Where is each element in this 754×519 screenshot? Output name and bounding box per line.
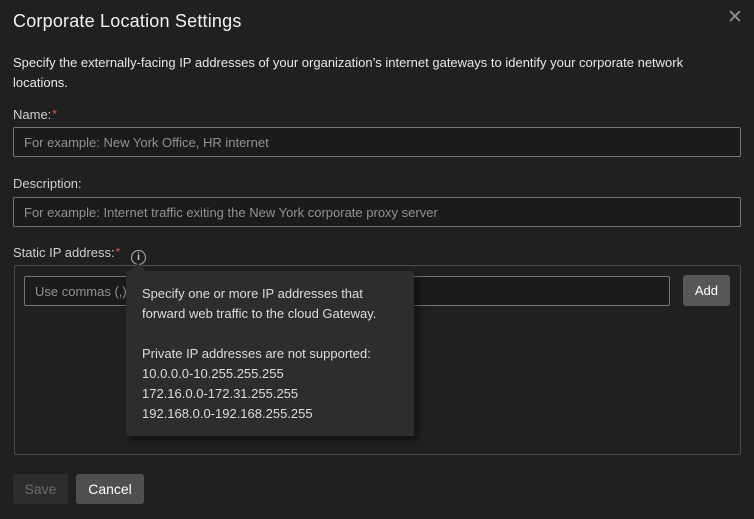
tooltip-paragraph: Specify one or more IP addresses that fo… — [142, 284, 398, 324]
tooltip-ip-range: 172.16.0.0-172.31.255.255 — [142, 384, 398, 404]
name-input[interactable] — [13, 127, 741, 157]
tooltip-arrow — [130, 263, 146, 271]
dialog-intro-text: Specify the externally-facing IP address… — [13, 53, 741, 93]
corporate-location-settings-dialog: Corporate Location Settings ✕ Specify th… — [0, 0, 754, 519]
tooltip-ip-range: 192.168.0.0-192.168.255.255 — [142, 404, 398, 424]
static-ip-label-text: Static IP address: — [13, 245, 115, 260]
dialog-title: Corporate Location Settings — [13, 11, 242, 32]
static-ip-label: Static IP address:* i — [13, 245, 146, 265]
name-label-text: Name: — [13, 107, 51, 122]
tooltip-ip-range: 10.0.0.0-10.255.255.255 — [142, 364, 398, 384]
static-ip-tooltip: Specify one or more IP addresses that fo… — [126, 271, 414, 436]
add-button[interactable]: Add — [683, 275, 730, 306]
name-label: Name:* — [13, 107, 57, 122]
required-asterisk: * — [116, 245, 121, 259]
tooltip-not-supported-heading: Private IP addresses are not supported: — [142, 344, 398, 364]
description-input[interactable] — [13, 197, 741, 227]
description-label-text: Description: — [13, 176, 82, 191]
save-button[interactable]: Save — [13, 474, 68, 504]
required-asterisk: * — [52, 107, 57, 121]
description-label: Description: — [13, 176, 82, 191]
close-icon[interactable]: ✕ — [721, 3, 749, 31]
cancel-button[interactable]: Cancel — [76, 474, 144, 504]
tooltip-spacer — [142, 324, 398, 344]
